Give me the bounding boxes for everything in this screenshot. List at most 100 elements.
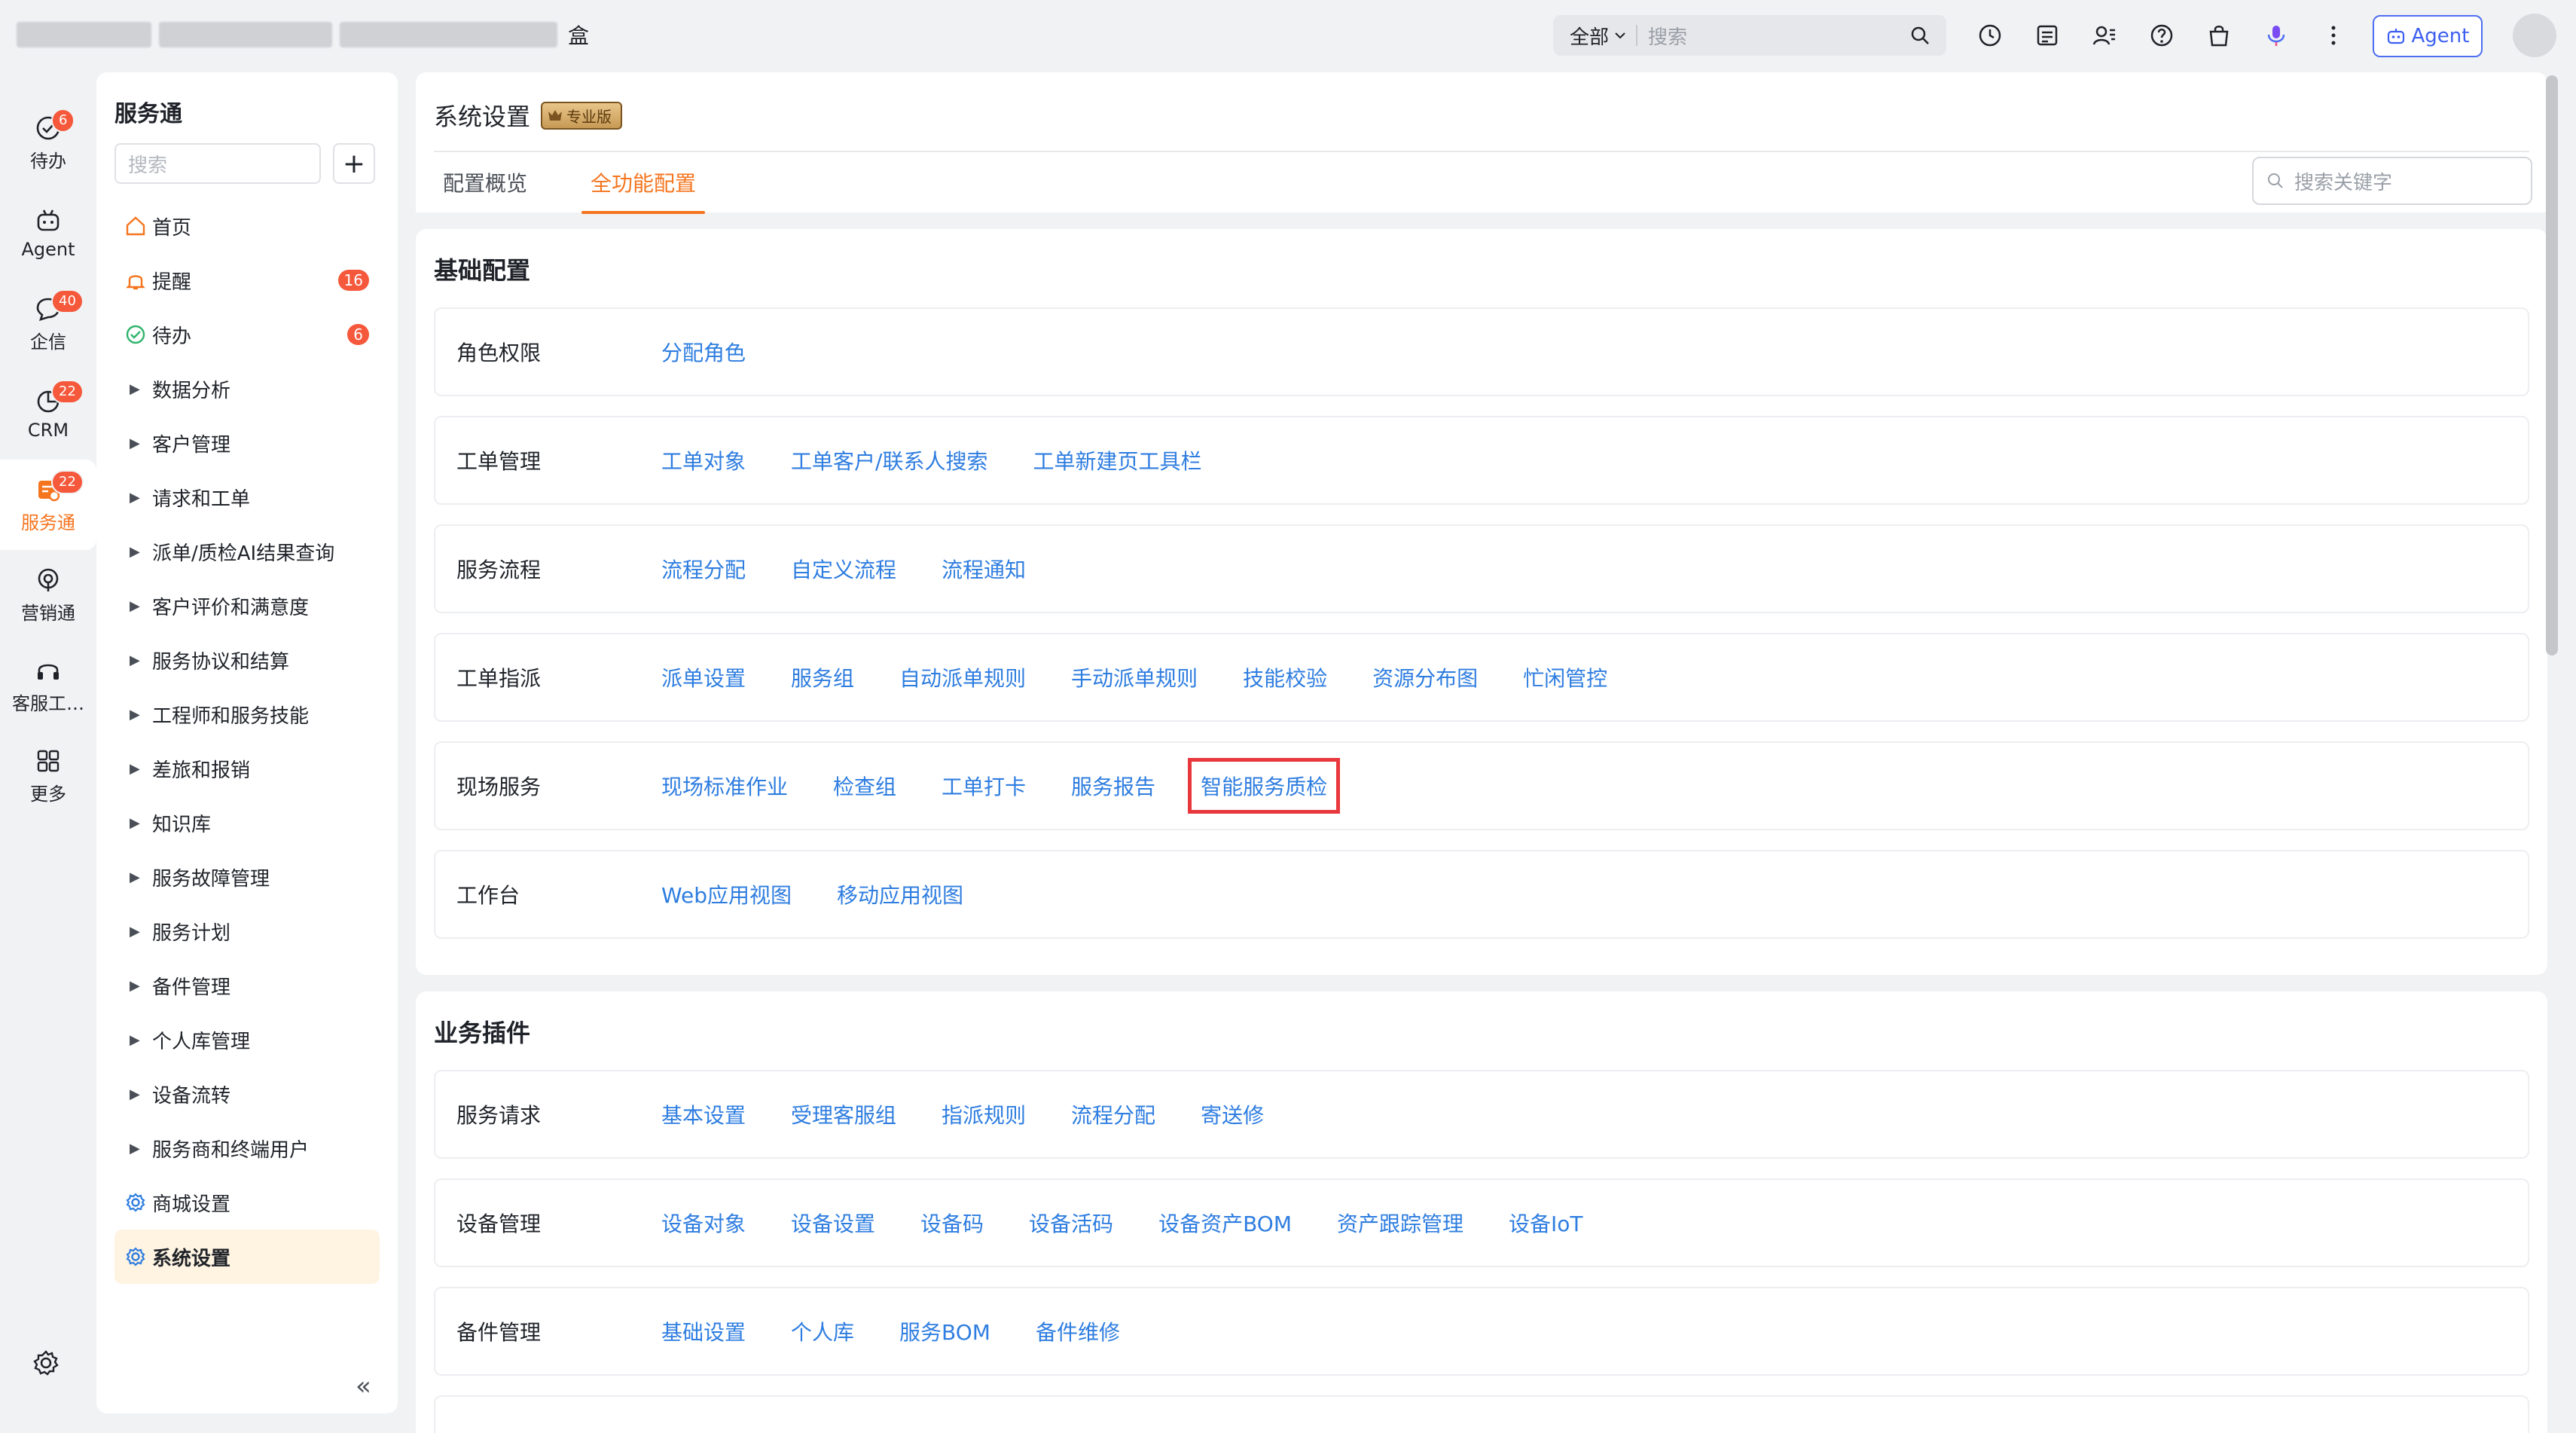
collapse-sidebar-button[interactable]: « [356, 1371, 371, 1401]
sidebar-item-knowledge-base[interactable]: ▶ 知识库 [114, 796, 380, 850]
sidebar-item-todo[interactable]: 待办 6 [114, 307, 380, 362]
config-row-label: 服务流程 [456, 558, 542, 582]
link-process-assignment[interactable]: 流程分配 [1071, 1099, 1155, 1129]
link-device-asset-bom[interactable]: 设备资产BOM [1158, 1208, 1292, 1238]
link-busy-idle-control[interactable]: 忙闲管控 [1523, 662, 1607, 692]
rail-item-customer-service[interactable]: 客服工… [0, 640, 96, 731]
link-service-report[interactable]: 服务报告 [1071, 771, 1155, 801]
link-device-iot[interactable]: 设备IoT [1509, 1208, 1583, 1238]
link-mail-in-repair[interactable]: 寄送修 [1201, 1099, 1264, 1129]
global-search[interactable]: 全部 搜索 [1553, 15, 1946, 56]
rail-item-crm[interactable]: CRM 22 [0, 369, 96, 460]
link-base-settings[interactable]: 基础设置 [661, 1316, 746, 1346]
add-button[interactable]: + [333, 143, 375, 184]
sidebar-item-agreements-settlement[interactable]: ▶ 服务协议和结算 [114, 633, 380, 687]
sidebar-item-providers-end-users[interactable]: ▶ 服务商和终端用户 [114, 1121, 380, 1175]
link-device-settings[interactable]: 设备设置 [791, 1208, 875, 1238]
link-ticket-new-toolbar[interactable]: 工单新建页工具栏 [1033, 445, 1201, 475]
agent-button[interactable]: Agent [2373, 15, 2483, 57]
rail-item-service[interactable]: 服务通 22 [0, 460, 96, 550]
search-scope-select[interactable]: 全部 [1553, 22, 1625, 50]
sidebar-item-service-plan[interactable]: ▶ 服务计划 [114, 904, 380, 958]
link-process-assignment[interactable]: 流程分配 [661, 554, 746, 584]
link-assign-role[interactable]: 分配角色 [661, 337, 746, 367]
search-icon[interactable] [1910, 26, 1930, 45]
config-row-label: 设备管理 [456, 1211, 542, 1236]
rail-item-label: 营销通 [21, 602, 75, 624]
caret-right-icon: ▶ [130, 1086, 140, 1102]
link-custom-process[interactable]: 自定义流程 [791, 554, 896, 584]
sidebar-item-label: 服务计划 [152, 921, 231, 945]
page-scrollbar[interactable] [2546, 75, 2558, 655]
link-manual-dispatch-rules[interactable]: 手动派单规则 [1071, 662, 1198, 692]
gear-icon [125, 1192, 152, 1213]
sidebar-item-home[interactable]: 首页 [114, 199, 380, 253]
sidebar-item-fault-management[interactable]: ▶ 服务故障管理 [114, 850, 380, 904]
sidebar-item-mall-settings[interactable]: 商城设置 [114, 1175, 380, 1230]
link-smart-service-qa[interactable]: 智能服务质检 [1188, 758, 1341, 814]
sidebar-item-customer-satisfaction[interactable]: ▶ 客户评价和满意度 [114, 579, 380, 633]
edition-badge-label: 专业版 [566, 107, 612, 126]
link-dispatch-settings[interactable]: 派单设置 [661, 662, 746, 692]
link-service-bom[interactable]: 服务BOM [899, 1316, 990, 1346]
sidebar-item-personal-inventory[interactable]: ▶ 个人库管理 [114, 1013, 380, 1067]
contacts-icon[interactable] [2091, 22, 2118, 49]
rail-item-label: 服务通 [21, 512, 75, 533]
shopping-bag-icon[interactable] [2205, 22, 2233, 49]
settings-tabs: 配置概览 全功能配置 [434, 152, 706, 214]
link-spare-part-repair[interactable]: 备件维修 [1036, 1316, 1120, 1346]
rail-item-agent[interactable]: Agent [0, 188, 96, 279]
link-asset-tracking[interactable]: 资产跟踪管理 [1337, 1208, 1463, 1238]
link-device-code[interactable]: 设备码 [920, 1208, 984, 1238]
rail-item-label: 企信 [30, 331, 66, 353]
side-panel-search-input[interactable]: 搜索 [114, 143, 321, 184]
settings-gear-icon[interactable] [32, 1349, 60, 1383]
rail-item-messages[interactable]: 企信 40 [0, 279, 96, 369]
rail-item-more[interactable]: 更多 [0, 731, 96, 821]
sidebar-item-travel-expense[interactable]: ▶ 差旅和报销 [114, 741, 380, 796]
sidebar-item-customer-management[interactable]: ▶ 客户管理 [114, 416, 380, 470]
link-service-group[interactable]: 服务组 [791, 662, 854, 692]
link-ticket-object[interactable]: 工单对象 [661, 445, 746, 475]
link-support-group[interactable]: 受理客服组 [791, 1099, 896, 1129]
notes-icon[interactable] [2034, 22, 2061, 49]
rail-item-label: Agent [21, 239, 75, 260]
link-basic-settings[interactable]: 基本设置 [661, 1099, 746, 1129]
sidebar-item-label: 服务协议和结算 [152, 650, 290, 674]
help-icon[interactable] [2148, 22, 2175, 49]
history-icon[interactable] [1976, 22, 2004, 49]
link-resource-map[interactable]: 资源分布图 [1372, 662, 1478, 692]
sidebar-item-reminders[interactable]: 提醒 16 [114, 253, 380, 307]
tab-full-config[interactable]: 全功能配置 [581, 152, 706, 214]
link-personal-inventory[interactable]: 个人库 [791, 1316, 854, 1346]
more-vertical-icon[interactable] [2320, 22, 2347, 49]
link-inspection-group[interactable]: 检查组 [833, 771, 896, 801]
avatar[interactable] [2513, 14, 2556, 57]
link-skill-check[interactable]: 技能校验 [1243, 662, 1327, 692]
sidebar-item-dispatch-ai-query[interactable]: ▶ 派单/质检AI结果查询 [114, 524, 380, 579]
sidebar-item-data-analysis[interactable]: ▶ 数据分析 [114, 362, 380, 416]
link-assignment-rules[interactable]: 指派规则 [942, 1099, 1026, 1129]
tab-config-overview[interactable]: 配置概览 [434, 152, 536, 212]
sidebar-item-spare-parts[interactable]: ▶ 备件管理 [114, 958, 380, 1013]
config-row-role-permissions: 角色权限 分配角色 [434, 307, 2529, 396]
link-ticket-contact-search[interactable]: 工单客户/联系人搜索 [791, 445, 987, 475]
link-auto-dispatch-rules[interactable]: 自动派单规则 [899, 662, 1026, 692]
link-ticket-checkin[interactable]: 工单打卡 [942, 771, 1026, 801]
caret-right-icon: ▶ [130, 652, 140, 668]
microphone-icon[interactable] [2263, 22, 2290, 49]
link-standard-operation[interactable]: 现场标准作业 [661, 771, 788, 801]
link-process-notification[interactable]: 流程通知 [942, 554, 1026, 584]
keyword-search-input[interactable]: 搜索关键字 [2252, 157, 2532, 205]
link-device-object[interactable]: 设备对象 [661, 1208, 746, 1238]
rail-item-marketing[interactable]: 营销通 [0, 550, 96, 640]
rail-item-todo[interactable]: 待办 6 [0, 98, 96, 188]
link-device-live-code[interactable]: 设备活码 [1029, 1208, 1113, 1238]
link-web-app-view[interactable]: Web应用视图 [661, 879, 792, 909]
sidebar-item-system-settings[interactable]: 系统设置 [114, 1230, 380, 1284]
sidebar-item-requests-tickets[interactable]: ▶ 请求和工单 [114, 470, 380, 524]
sidebar-item-device-transfer[interactable]: ▶ 设备流转 [114, 1067, 380, 1121]
sidebar-item-engineers-skills[interactable]: ▶ 工程师和服务技能 [114, 687, 380, 741]
global-search-input[interactable]: 搜索 [1648, 22, 1910, 50]
link-mobile-app-view[interactable]: 移动应用视图 [837, 879, 963, 909]
